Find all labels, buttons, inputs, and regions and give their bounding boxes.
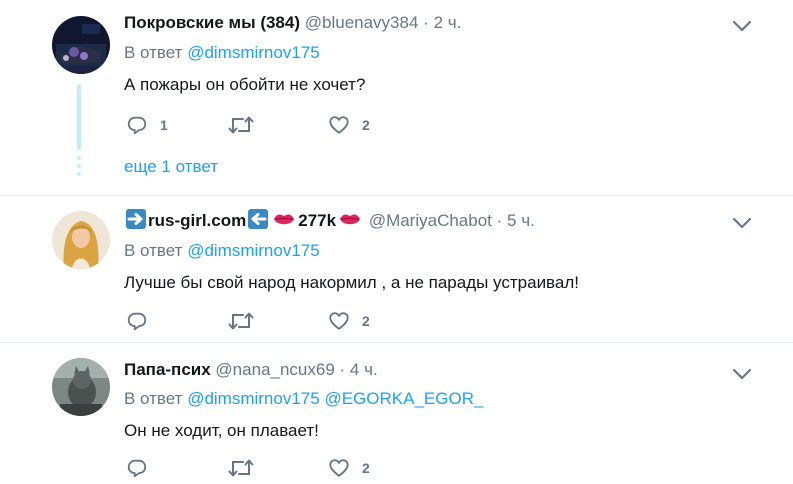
user-handle[interactable]: @nana_ncux69 <box>215 360 334 379</box>
user-handle[interactable]: @bluenavy384 <box>305 13 419 32</box>
reply-button[interactable] <box>126 309 160 333</box>
retweet-button[interactable] <box>228 113 266 137</box>
reply-prefix: В ответ <box>124 241 183 260</box>
chevron-down-icon[interactable] <box>731 216 753 230</box>
mention-link[interactable]: @dimsmirnov175 <box>187 241 320 260</box>
thread-dot <box>77 156 81 160</box>
like-button[interactable]: 2 <box>328 456 370 480</box>
separator-dot: · <box>339 360 346 379</box>
like-icon <box>329 312 349 330</box>
thread-dot <box>77 172 81 176</box>
kiss-lips-emoji-icon <box>274 214 295 225</box>
avatar[interactable] <box>52 16 110 74</box>
reply-context: В ответ @dimsmirnov175 <box>124 43 320 63</box>
follower-count[interactable]: 277k <box>298 211 336 230</box>
tweet-3[interactable]: Папа-псих @nana_ncux69 · 4 ч. В ответ @d… <box>0 343 793 484</box>
like-count: 2 <box>362 460 370 476</box>
reply-icon <box>127 116 147 135</box>
tweet-header: Покровские мы (384) @bluenavy384 · 2 ч. <box>124 13 461 33</box>
reply-button[interactable] <box>126 456 160 480</box>
display-name[interactable]: rus-girl.com <box>148 211 246 230</box>
reply-prefix: В ответ <box>124 43 183 62</box>
user-handle[interactable]: @MariyaChabot <box>369 211 492 230</box>
reply-context: В ответ @dimsmirnov175 <box>124 241 320 261</box>
like-button[interactable]: 2 <box>328 309 370 333</box>
reply-button[interactable]: 1 <box>126 113 168 137</box>
avatar[interactable] <box>52 211 110 269</box>
tweet-header: Папа-псих @nana_ncux69 · 4 ч. <box>124 360 378 380</box>
chevron-down-icon[interactable] <box>731 19 753 33</box>
reply-context: В ответ @dimsmirnov175 @EGORKA_EGOR_ <box>124 389 483 409</box>
show-more-replies-link[interactable]: еще 1 ответ <box>124 157 218 177</box>
thread-line <box>77 84 81 150</box>
like-count: 2 <box>362 313 370 329</box>
display-name[interactable]: Покровские мы (384) <box>124 13 300 32</box>
chevron-down-icon[interactable] <box>731 367 753 381</box>
separator-dot: · <box>423 13 429 32</box>
tweet-header: rus-girl.com 277k @MariyaChabot · 5 ч. <box>124 209 535 231</box>
tweet-text: Он не ходит, он плавает! <box>124 421 319 440</box>
mention-link[interactable]: @dimsmirnov175 <box>187 43 320 62</box>
mention-link[interactable]: @dimsmirnov175 <box>187 389 320 408</box>
separator-dot: · <box>496 211 503 230</box>
like-count: 2 <box>362 117 370 133</box>
timestamp[interactable]: 5 ч. <box>507 211 535 230</box>
timestamp[interactable]: 2 ч. <box>434 13 462 32</box>
mention-link[interactable]: @EGORKA_EGOR_ <box>324 389 483 408</box>
reply-icon <box>127 459 147 478</box>
tweet-1[interactable]: Покровские мы (384) @bluenavy384 · 2 ч. … <box>0 0 793 195</box>
tweet-2[interactable]: rus-girl.com 277k @MariyaChabot · 5 ч. В… <box>0 196 793 342</box>
like-icon <box>329 116 349 134</box>
kiss-lips-emoji-icon <box>340 214 361 225</box>
tweet-text: А пожары он обойти не хочет? <box>124 75 366 94</box>
thread-dot <box>77 164 81 168</box>
avatar[interactable] <box>52 358 110 416</box>
like-icon <box>329 459 349 477</box>
right-arrow-emoji-icon <box>126 209 146 229</box>
reply-prefix: В ответ <box>124 389 183 408</box>
retweet-icon <box>228 312 254 330</box>
display-name[interactable]: Папа-псих <box>124 360 211 379</box>
retweet-button[interactable] <box>228 309 266 333</box>
retweet-button[interactable] <box>228 456 266 480</box>
timestamp[interactable]: 4 ч. <box>350 360 378 379</box>
left-arrow-emoji-icon <box>248 209 269 229</box>
like-button[interactable]: 2 <box>328 113 370 137</box>
tweet-text: Лучше бы свой народ накормил , а не пара… <box>124 273 579 292</box>
retweet-icon <box>228 116 254 134</box>
reply-count: 1 <box>160 117 168 133</box>
reply-icon <box>127 312 147 331</box>
retweet-icon <box>228 459 254 477</box>
